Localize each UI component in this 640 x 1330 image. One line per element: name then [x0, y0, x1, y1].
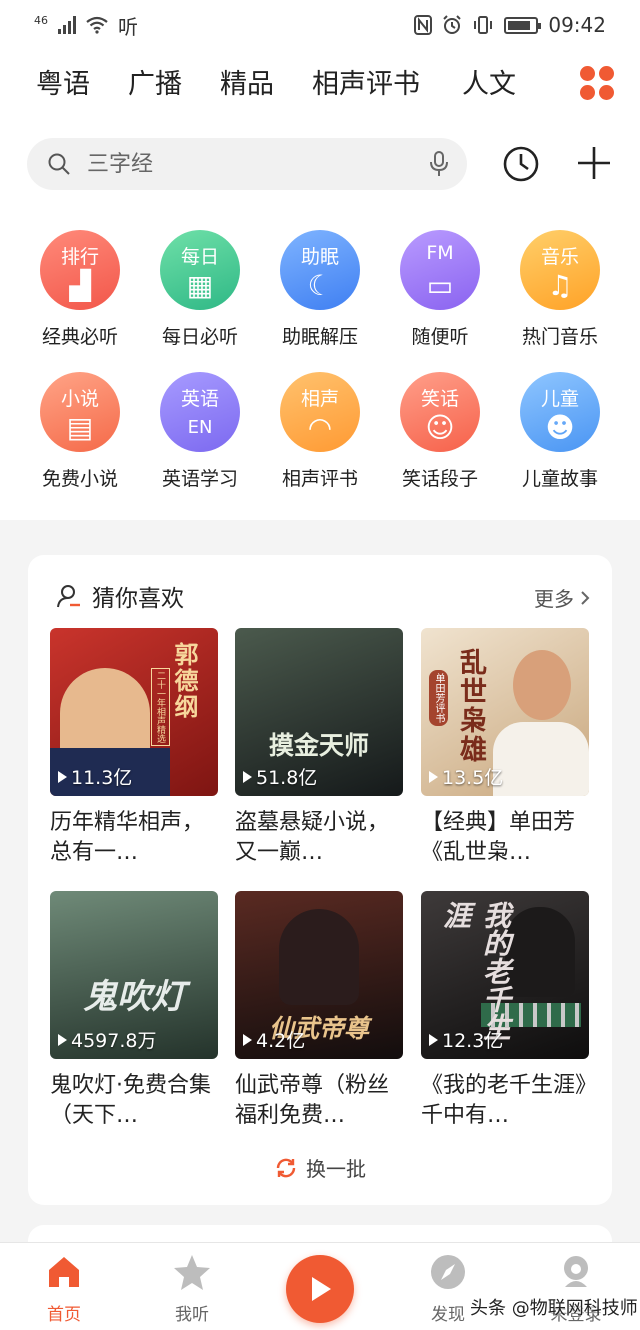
tab-cantonese[interactable]: 粤语 [36, 62, 90, 101]
album-title: 历年精华相声，总有一… [50, 810, 205, 865]
album-card[interactable]: 我的老千生涯 12.3亿 《我的老千生涯》千中有… [421, 891, 589, 1131]
play-count: 11.3亿 [58, 763, 132, 790]
play-icon [243, 770, 252, 783]
album-card[interactable]: 鬼吹灯 4597.8万 鬼吹灯·免费合集（天下… [50, 891, 218, 1131]
signal-icon [58, 16, 76, 34]
nav-my-listen[interactable]: 我听 [152, 1253, 232, 1325]
status-bar: 46 听 09:42 [0, 0, 640, 50]
entry-kids[interactable]: 儿童 ☻ 儿童故事 [500, 372, 620, 491]
tab-radio[interactable]: 广播 [128, 62, 182, 101]
listen-indicator: 听 [118, 14, 138, 39]
home-icon [49, 1257, 79, 1287]
search-bar[interactable] [27, 138, 467, 190]
portrait-robe [493, 722, 589, 796]
english-icon: 英语 EN [160, 372, 240, 452]
play-icon [58, 770, 67, 783]
more-link[interactable]: 更多 [534, 583, 590, 612]
nfc-icon [414, 15, 433, 35]
compass-icon [431, 1255, 465, 1289]
radio-icon: FM ▭ [400, 230, 480, 310]
entry-crosstalk[interactable]: 相声 ◠ 相声评书 [260, 372, 380, 491]
chevron-right-icon [581, 590, 590, 605]
tabs-fade [540, 62, 580, 112]
album-card[interactable]: 郭德纲 二十一年相声精选 11.3亿 历年精华相声，总有一… [50, 628, 218, 868]
entry-sleep[interactable]: 助眠 ☾ 助眠解压 [260, 230, 380, 349]
album-card[interactable]: 仙武帝尊 4.2亿 仙武帝尊（粉丝福利免费… [235, 891, 403, 1131]
play-icon [429, 1033, 438, 1046]
moon-icon: 助眠 ☾ [280, 230, 360, 310]
album-card[interactable]: 摸金天师 51.8亿 盗墓悬疑小说，又一巅… [235, 628, 403, 868]
category-tabs: 粤语 广播 精品 相声评书 人文 [0, 62, 640, 112]
entry-jokes[interactable]: 笑话 ☺ 笑话段子 [380, 372, 500, 491]
album-title: 仙武帝尊（粉丝福利免费… [235, 1073, 390, 1128]
play-count: 13.5亿 [429, 763, 503, 790]
player-button[interactable] [286, 1255, 354, 1323]
play-count: 4.2亿 [243, 1026, 305, 1053]
album-cover: 仙武帝尊 4.2亿 [235, 891, 403, 1059]
avatar-icon [564, 1256, 588, 1287]
calendar-icon: 每日 ▦ [160, 230, 240, 310]
search-input[interactable] [87, 151, 407, 177]
album-cover: 我的老千生涯 12.3亿 [421, 891, 589, 1059]
play-icon [312, 1277, 331, 1301]
portrait-figure [513, 650, 571, 720]
tab-crosstalk[interactable]: 相声评书 [312, 62, 420, 101]
album-cover: 郭德纲 二十一年相声精选 11.3亿 [50, 628, 218, 796]
album-title: 【经典】单田芳《乱世枭… [421, 810, 576, 865]
portrait-figure [60, 668, 150, 758]
play-count: 12.3亿 [429, 1026, 503, 1053]
alarm-icon [443, 15, 462, 34]
battery-icon [504, 16, 542, 34]
play-icon [58, 1033, 67, 1046]
entry-fm[interactable]: FM ▭ 随便听 [380, 230, 500, 349]
all-categories-icon[interactable] [580, 66, 614, 100]
user-guess-icon [57, 585, 80, 608]
ranking-icon: 排行 ▟ [40, 230, 120, 310]
entry-ranking[interactable]: 排行 ▟ 经典必听 [20, 230, 140, 349]
play-count: 4597.8万 [58, 1026, 156, 1053]
album-cover: 鬼吹灯 4597.8万 [50, 891, 218, 1059]
recommend-card: 猜你喜欢 更多 郭德纲 二十一年相声精选 11.3亿 历年精华相声，总有一… 摸… [28, 555, 612, 1205]
play-count: 51.8亿 [243, 763, 317, 790]
network-type: 46 [34, 13, 48, 27]
clock: 09:42 [548, 13, 606, 37]
baby-face-icon: 儿童 ☻ [520, 372, 600, 452]
refresh-button[interactable]: 换一批 [28, 1153, 612, 1182]
recommend-header: 猜你喜欢 [56, 579, 184, 613]
microphone-icon[interactable] [429, 151, 449, 177]
book-icon: 小说 ▤ [40, 372, 120, 452]
watermark: 头条 @物联网科技师 [470, 1298, 638, 1319]
search-icon [48, 153, 70, 175]
hooded-figure [505, 907, 575, 997]
tab-humanities[interactable]: 人文 [462, 62, 516, 101]
entry-novel[interactable]: 小说 ▤ 免费小说 [20, 372, 140, 491]
music-note-icon: 音乐 ♫ [520, 230, 600, 310]
recommend-title: 猜你喜欢 [92, 586, 184, 612]
album-cover: 乱世枭雄 单田芳评书 13.5亿 [421, 628, 589, 796]
nav-home[interactable]: 首页 [24, 1253, 104, 1325]
history-icon[interactable] [502, 145, 540, 183]
entry-daily[interactable]: 每日 ▦ 每日必听 [140, 230, 260, 349]
album-title: 盗墓悬疑小说，又一巅… [235, 810, 390, 865]
album-title: 鬼吹灯·免费合集（天下… [50, 1073, 211, 1128]
refresh-icon [276, 1158, 296, 1177]
album-cover: 摸金天师 51.8亿 [235, 628, 403, 796]
entry-music[interactable]: 音乐 ♫ 热门音乐 [500, 230, 620, 349]
tab-premium[interactable]: 精品 [220, 62, 274, 101]
wifi-icon [86, 16, 108, 34]
vibrate-icon [474, 16, 493, 34]
star-icon [174, 1255, 210, 1290]
play-icon [243, 1033, 252, 1046]
album-title: 《我的老千生涯》千中有… [421, 1073, 587, 1128]
add-icon[interactable] [576, 145, 612, 181]
entry-english[interactable]: 英语 EN 英语学习 [140, 372, 260, 491]
hero-figure [279, 909, 359, 1005]
laughing-face-icon: 笑话 ☺ [400, 372, 480, 452]
album-card[interactable]: 乱世枭雄 单田芳评书 13.5亿 【经典】单田芳《乱世枭… [421, 628, 589, 868]
fan-icon: 相声 ◠ [280, 372, 360, 452]
play-icon [429, 770, 438, 783]
